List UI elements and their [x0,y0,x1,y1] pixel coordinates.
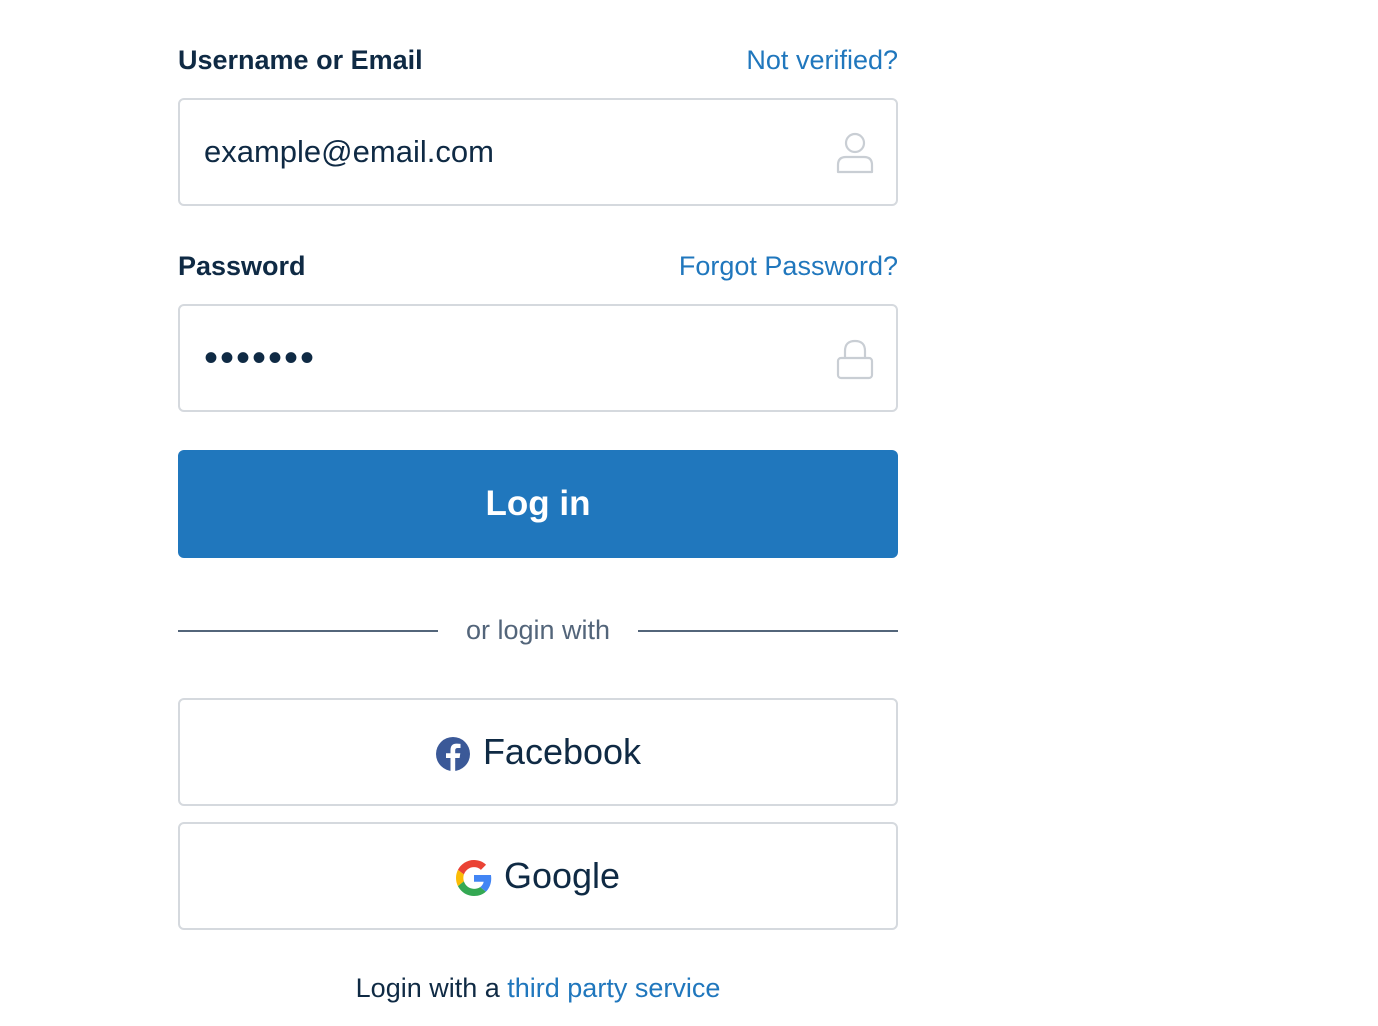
username-input[interactable] [204,100,804,204]
username-field[interactable] [178,98,898,206]
google-button[interactable]: Google [178,822,898,930]
facebook-button[interactable]: Facebook [178,698,898,806]
facebook-label: Facebook [482,731,642,772]
username-label: Username or Email [178,44,423,75]
google-icon [455,860,492,896]
password-label: Password [178,250,306,281]
google-label: Google [503,855,621,896]
password-label-row: Password Forgot Password? [178,248,898,284]
password-field[interactable] [178,304,898,412]
divider-line-right [638,630,898,632]
username-label-row: Username or Email Not verified? [178,42,898,78]
lock-icon [836,338,874,380]
password-input[interactable] [204,306,804,410]
footer-prefix: Login with a [355,973,508,1003]
or-divider: or login with [178,610,898,650]
user-icon [836,132,874,174]
forgot-password-link[interactable]: Forgot Password? [679,251,898,282]
facebook-icon [435,736,471,772]
third-party-footer: Login with a third party service [178,968,898,1008]
login-button[interactable]: Log in [178,450,898,558]
third-party-service-link[interactable]: third party service [507,973,720,1003]
not-verified-link[interactable]: Not verified? [746,45,898,76]
